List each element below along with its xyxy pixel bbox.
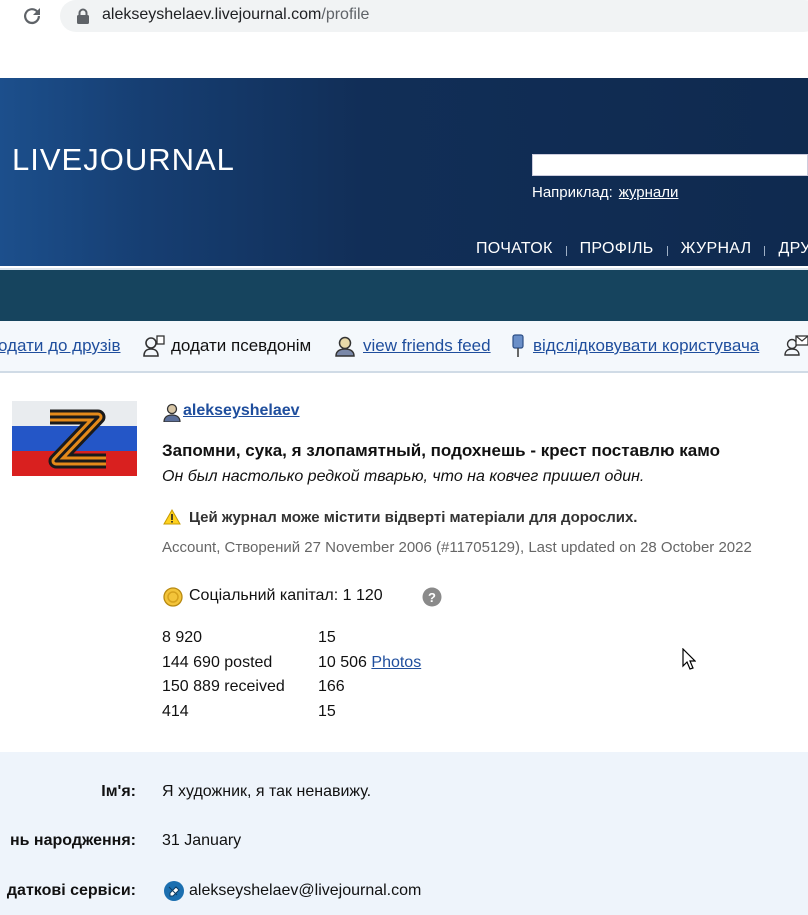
alias-icon[interactable] [142,335,166,357]
track-user-action[interactable]: відслідковувати користувача [533,336,759,356]
search-example-link[interactable]: журнали [619,184,679,201]
svg-text:?: ? [428,590,436,605]
stat-cell: 10 506 Photos [318,654,421,672]
pin-icon[interactable] [510,333,526,359]
mail-icon[interactable] [784,334,808,356]
nav-journal[interactable]: ЖУРНАЛ [681,240,752,258]
browser-bar: alekseyshelaev.livejournal.com/profile [0,0,808,34]
stat-cell: 144 690 posted [162,653,273,671]
journal-title: Запомни, сука, я злопамятный, подохнешь … [162,441,720,460]
stat-cell: 8 920 [162,629,203,646]
nav-separator [565,246,567,256]
search-input[interactable] [532,154,808,176]
top-nav: ПОЧАТОК ПРОФІЛЬ ЖУРНАЛ ДРУ [476,240,808,258]
view-friends-feed-link[interactable]: view friends feed [363,336,491,355]
nav-home[interactable]: ПОЧАТОК [476,240,553,258]
nav-friends[interactable]: ДРУ [778,240,808,258]
lock-icon[interactable] [76,8,90,24]
adult-warning-text: Цей журнал може містити відверті матеріа… [189,509,638,526]
add-alias-label: додати псевдонім [171,336,312,355]
stat-cell: 15 [318,629,336,646]
cursor-icon [682,648,696,670]
url-host: alekseyshelaev.livejournal.com [102,6,322,23]
stat-cell: 150 889 received [162,678,285,695]
friends-feed-icon[interactable] [333,335,357,357]
person-icon [163,403,181,422]
url-path: /profile [321,6,370,23]
add-friend-link[interactable]: одати до друзів [0,336,120,355]
username-link[interactable]: alekseyshelaev [183,402,300,419]
social-capital-text: Соціальний капітал: 1 120 [189,587,383,604]
nav-profile[interactable]: ПРОФІЛЬ [580,240,654,258]
username[interactable]: alekseyshelaev [183,402,300,420]
name-value: Я художник, я так ненавижу. [162,783,372,800]
name-label: Ім'я: [101,783,136,800]
photos-link[interactable]: Photos [371,654,421,671]
social-capital: Соціальний капітал: 1 120 ? [163,587,442,607]
add-friend-action[interactable]: одати до друзів [0,336,120,356]
birthday-value: 31 January [162,832,242,849]
services-label: даткові сервіси: [6,882,136,899]
userpic-avatar[interactable] [12,401,137,476]
services-value[interactable]: alekseyshelaev@livejournal.com [189,882,421,900]
account-info: Account, Створений 27 November 2006 (#11… [162,539,752,556]
warning-icon [163,509,181,525]
coin-icon [163,587,183,607]
photos-count: 10 506 [318,653,372,671]
birthday-label: нь народження: [9,832,136,849]
nav-separator [764,246,766,256]
journal-subtitle: Он был настолько редкой тварью, что на к… [162,468,645,485]
profile-actions-bar: одати до друзів додати псевдонім view fr… [0,321,808,373]
nav-separator [666,246,668,256]
stat-cell: 414 [162,702,189,720]
search-example: Наприклад: журнали [532,184,678,201]
stat-cell: 15 [318,702,336,720]
site-header: LIVEJOURNAL Наприклад: журнали ПОЧАТОК ПР… [0,78,808,266]
track-user-link[interactable]: відслідковувати користувача [533,336,759,355]
stat-cell: 166 [318,678,345,695]
help-icon[interactable]: ? [422,587,442,607]
email-service-icon [164,881,184,901]
adult-content-warning: Цей журнал може містити відверті матеріа… [163,509,637,526]
reload-icon[interactable] [20,4,44,28]
view-friends-feed-action[interactable]: view friends feed [363,336,491,356]
add-alias-action[interactable]: додати псевдонім [171,336,311,356]
profile-details: Ім'я: Я художник, я так ненавижу. нь нар… [0,752,808,915]
search-example-label: Наприклад: [532,184,613,201]
sub-header-band [0,268,808,321]
livejournal-logo[interactable]: LIVEJOURNAL [12,142,235,178]
url-text[interactable]: alekseyshelaev.livejournal.com/profile [102,6,369,24]
